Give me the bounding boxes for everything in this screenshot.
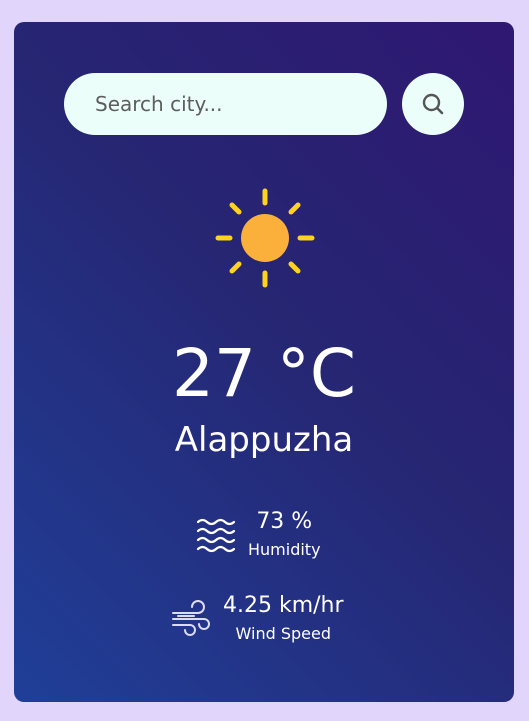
humidity-label: Humidity	[248, 540, 321, 559]
wind-detail: 4.25 km/hr Wind Speed	[169, 592, 344, 645]
wind-icon	[172, 599, 210, 636]
humidity-value: 73 %	[256, 509, 313, 534]
temperature: 27 °C	[171, 335, 357, 412]
humidity-icon	[196, 518, 236, 552]
search-icon	[422, 93, 444, 115]
wind-label: Wind Speed	[235, 624, 331, 643]
sun-icon	[215, 188, 315, 288]
search-button[interactable]	[402, 73, 464, 135]
wind-value: 4.25 km/hr	[223, 593, 344, 618]
weather-card: 27 °C Alappuzha 73 % Humidity	[14, 22, 514, 702]
humidity-detail: 73 % Humidity	[194, 508, 321, 561]
city-name: Alappuzha	[174, 420, 354, 460]
search-bar	[64, 73, 464, 135]
search-input[interactable]	[64, 73, 387, 135]
